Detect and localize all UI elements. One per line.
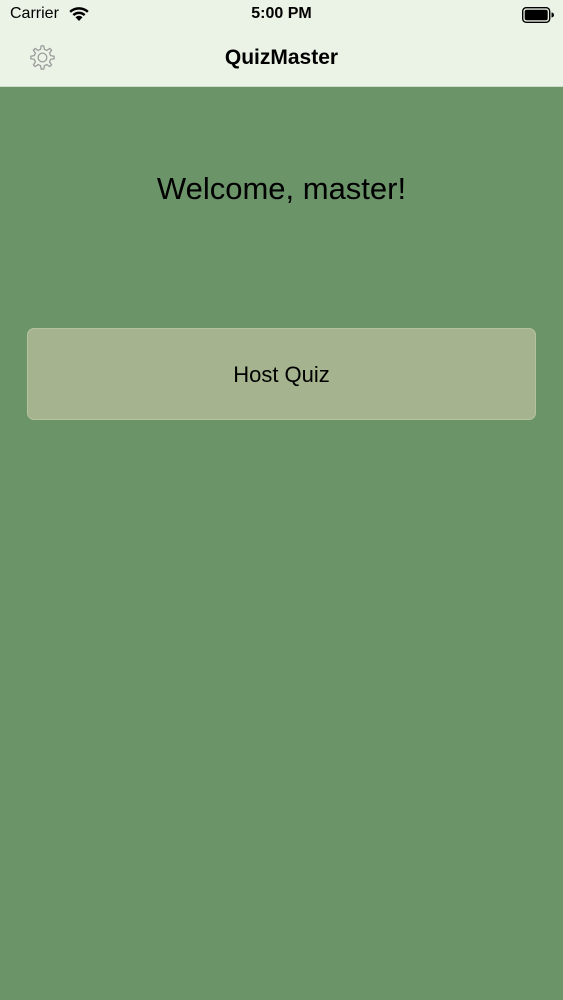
- navigation-bar: QuizMaster: [0, 30, 563, 87]
- battery-icon: [522, 7, 554, 23]
- app-screen: Carrier 5:00 PM QuizMaster Welcome, mast…: [0, 0, 563, 1000]
- host-quiz-label: Host Quiz: [233, 362, 330, 387]
- status-bar: Carrier 5:00 PM: [0, 0, 563, 30]
- welcome-heading: Welcome, master!: [156, 171, 407, 206]
- host-quiz-button[interactable]: Host Quiz: [27, 328, 536, 420]
- status-time: 5:00 PM: [251, 5, 312, 22]
- nav-title: QuizMaster: [224, 46, 339, 69]
